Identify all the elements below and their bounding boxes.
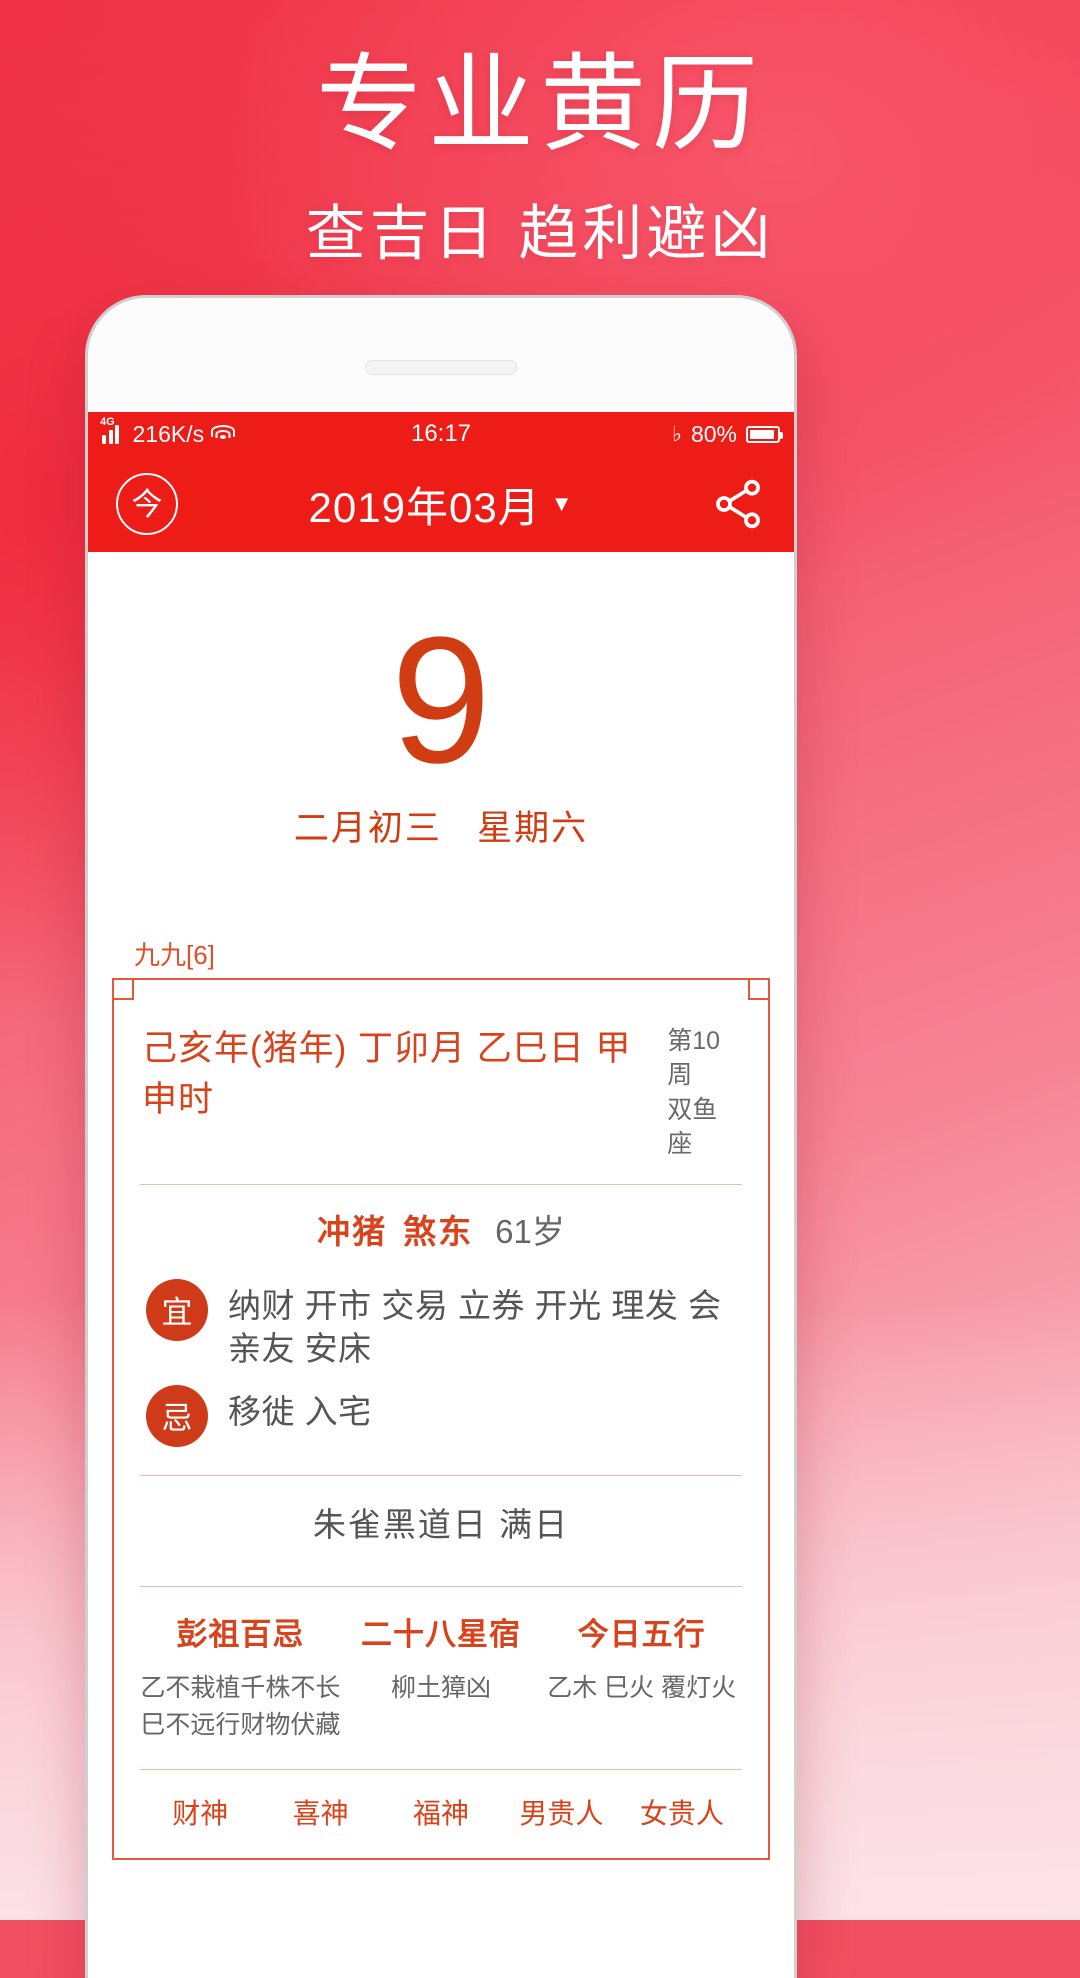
- month-picker[interactable]: 2019年03月 ▼: [88, 474, 794, 535]
- promo-subtitle: 查吉日 趋利避凶: [305, 200, 775, 267]
- column-xingxiu[interactable]: 二十八星宿 柳土獐凶: [341, 1609, 542, 1745]
- date-display: 9 二月初三 星期六: [88, 552, 794, 851]
- phone-screen: 4G 216K/s 16:17 ♭ 80% 今 2019年03月 ▼ 9 二月初…: [88, 412, 794, 1978]
- deity-nvguiren[interactable]: 女贵人: [622, 1792, 742, 1832]
- month-picker-label: 2019年03月: [308, 483, 541, 531]
- today-button-label: 今: [131, 486, 163, 522]
- net-speed-label: 216K/s: [132, 420, 205, 447]
- wifi-icon: [211, 425, 236, 443]
- network-type-label: 4G: [100, 416, 115, 428]
- column-pengzu[interactable]: 彭祖百忌 乙不栽植千株不长 巳不远行财物伏藏: [140, 1609, 341, 1745]
- column-pengzu-head: 彭祖百忌: [176, 1616, 305, 1652]
- card-corner-top-right: [748, 977, 770, 1000]
- three-column-block: 彭祖百忌 乙不栽植千株不长 巳不远行财物伏藏 二十八星宿 柳土獐凶 今日五行 乙…: [140, 1587, 742, 1751]
- battery-percent-label: 80%: [690, 420, 737, 447]
- signal-icon: 4G: [100, 416, 126, 444]
- mute-icon: ♭: [672, 422, 682, 446]
- lunar-date: 二月初三: [293, 808, 442, 848]
- day-number: 9: [390, 600, 492, 801]
- almanac-card-zone: 九九[6] 己亥年(猪年) 丁卯月 乙巳日 甲申时 第10周 双鱼座 冲猪 煞东 6…: [88, 851, 794, 1860]
- week-zodiac-block: 第10周 双鱼座: [667, 1020, 740, 1162]
- week-of-year: 第10周: [667, 1026, 721, 1090]
- sha-label: 煞东: [403, 1212, 474, 1250]
- share-button[interactable]: [710, 476, 766, 532]
- ji-badge: 忌: [146, 1384, 208, 1447]
- shen-line: 朱雀黑道日 满日: [312, 1505, 570, 1543]
- jiujiu-label: 九九[6]: [134, 939, 215, 970]
- yi-badge: 宜: [146, 1278, 208, 1341]
- deity-nanguiren[interactable]: 男贵人: [501, 1792, 621, 1832]
- phone-speaker: [365, 360, 517, 375]
- app-bar: 今 2019年03月 ▼: [88, 456, 794, 552]
- share-icon: [716, 479, 760, 529]
- deity-xishen[interactable]: 喜神: [260, 1792, 380, 1832]
- chong-sha-row: 冲猪 煞东 61岁: [140, 1185, 742, 1275]
- age-label: 61岁: [495, 1212, 565, 1250]
- status-bar-right: ♭ 80%: [672, 420, 783, 448]
- yi-row[interactable]: 宜 纳财 开市 交易 立券 开光 理发 会亲友 安床: [140, 1275, 742, 1381]
- status-bar-left: 4G 216K/s: [100, 416, 236, 448]
- column-wuxing[interactable]: 今日五行 乙木 巳火 覆灯火: [541, 1609, 742, 1745]
- deity-row: 财神 喜神 福神 男贵人 女贵人: [140, 1770, 742, 1842]
- today-button[interactable]: 今: [116, 473, 178, 535]
- weekday: 星期六: [477, 808, 589, 848]
- column-xingxiu-body: 柳土獐凶: [391, 1673, 492, 1702]
- ganzhi-row: 己亥年(猪年) 丁卯月 乙巳日 甲申时 第10周 双鱼座: [140, 1010, 742, 1184]
- status-bar: 4G 216K/s 16:17 ♭ 80%: [88, 412, 794, 456]
- battery-icon: [746, 425, 783, 443]
- almanac-card[interactable]: 己亥年(猪年) 丁卯月 乙巳日 甲申时 第10周 双鱼座 冲猪 煞东 61岁 宜 纳…: [112, 977, 770, 1860]
- promo-title: 专业黄历: [316, 46, 764, 164]
- card-corner-top-left: [112, 977, 134, 1000]
- column-xingxiu-head: 二十八星宿: [361, 1616, 521, 1652]
- column-wuxing-body: 乙木 巳火 覆灯火: [547, 1673, 737, 1702]
- column-pengzu-body: 乙不栽植千株不长 巳不远行财物伏藏: [140, 1673, 341, 1740]
- column-wuxing-head: 今日五行: [577, 1616, 706, 1652]
- promo-header: 专业黄历 查吉日 趋利避凶: [0, 0, 1080, 264]
- ji-text: 移徙 入宅: [228, 1392, 372, 1430]
- chong-label: 冲猪: [317, 1212, 388, 1250]
- deity-caishen[interactable]: 财神: [140, 1792, 260, 1832]
- yi-text: 纳财 开市 交易 立券 开光 理发 会亲友 安床: [228, 1286, 722, 1368]
- chevron-down-icon: ▼: [550, 491, 574, 516]
- ji-row[interactable]: 忌 移徙 入宅: [140, 1381, 742, 1457]
- deity-fushen[interactable]: 福神: [381, 1792, 501, 1832]
- ganzhi-text: 己亥年(猪年) 丁卯月 乙巳日 甲申时: [142, 1028, 632, 1119]
- phone-mockup: 4G 216K/s 16:17 ♭ 80% 今 2019年03月 ▼ 9 二月初…: [88, 298, 794, 1978]
- zodiac-sign: 双鱼座: [667, 1095, 718, 1159]
